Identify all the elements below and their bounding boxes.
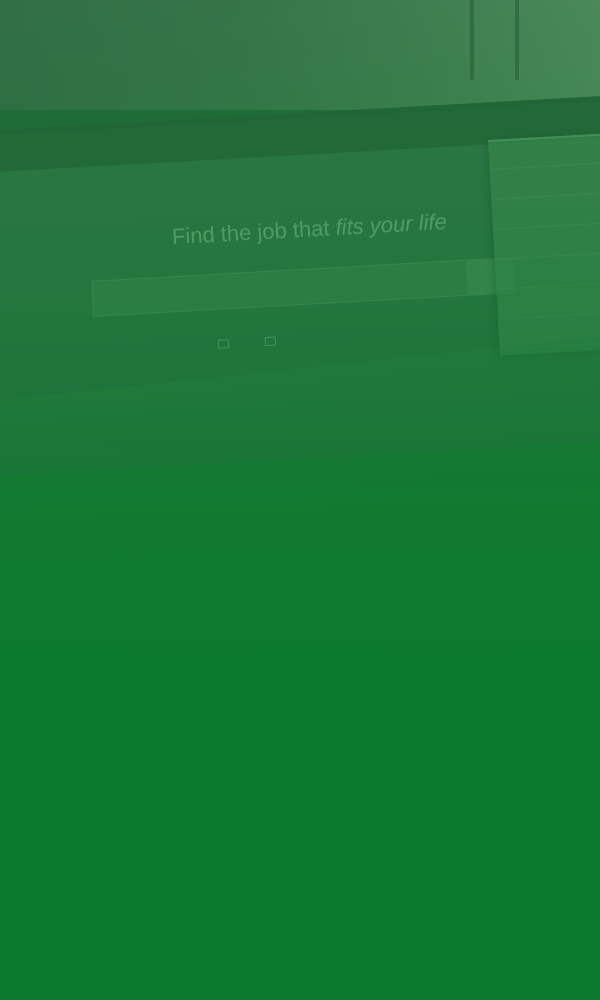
upload-icon (217, 339, 230, 349)
job-search-bar (91, 257, 515, 317)
view-resume-label (280, 335, 281, 345)
upload-resume-label (233, 338, 234, 348)
hero-banner: Find the job that fits your life (0, 0, 600, 1000)
upload-resume-link (217, 338, 234, 349)
dropdown-item (488, 133, 600, 170)
hero-links (217, 329, 308, 352)
hero-title-italic: fits your life (334, 208, 448, 241)
hero-title: Find the job that fits your life (171, 209, 447, 250)
blurred-photo-backdrop (0, 0, 600, 110)
window-frame (470, 0, 474, 80)
hero-title-plain: Find the job that (171, 215, 337, 250)
window-frame (515, 0, 519, 80)
view-resume-link (265, 335, 281, 347)
resume-icon (265, 336, 277, 347)
employer-dropdown-menu (488, 131, 600, 356)
